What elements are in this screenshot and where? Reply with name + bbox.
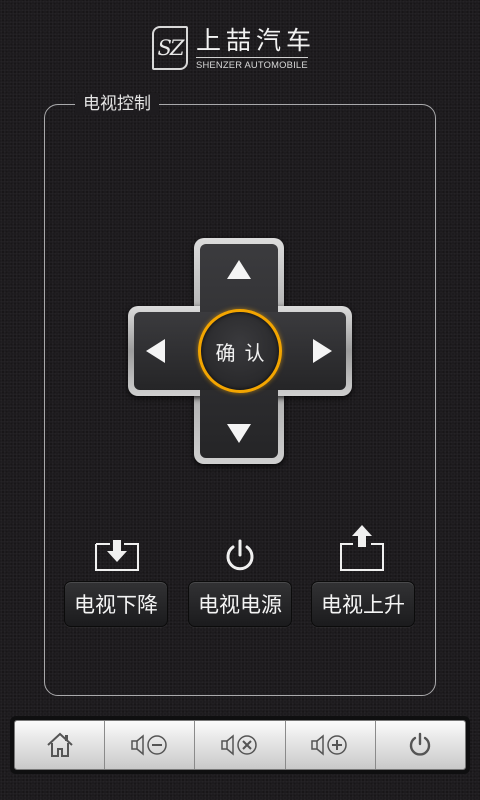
volume-down-icon [221, 734, 257, 756]
tv-lower-icon [95, 540, 139, 571]
tv-raise-icon [340, 525, 384, 571]
tv-lower-button[interactable]: 电视下降 [64, 581, 168, 627]
arrow-up-icon[interactable] [227, 260, 251, 279]
power-icon [226, 539, 254, 571]
volume-up-button[interactable] [285, 721, 376, 769]
power-icon [410, 732, 431, 756]
volume-down-button[interactable] [195, 721, 286, 769]
direction-pad: 确认 [128, 238, 352, 464]
bottom-toolbar [10, 716, 470, 774]
home-icon [46, 732, 73, 757]
arrow-down-icon[interactable] [227, 424, 251, 443]
home-button[interactable] [15, 721, 106, 769]
bottom-toolbar-buttons [14, 720, 466, 770]
arrow-left-icon[interactable] [146, 339, 165, 363]
volume-up-icon [311, 734, 347, 756]
logo-badge: SZ [152, 26, 188, 70]
logo-english-name: SHENZER AUTOMOBILE [196, 57, 308, 70]
tv-power-button[interactable]: 电视电源 [188, 581, 292, 627]
volume-mute-button[interactable] [105, 721, 196, 769]
tv-raise-button[interactable]: 电视上升 [311, 581, 415, 627]
panel-title: 电视控制 [75, 93, 159, 115]
logo-chinese-name: 上喆汽车 [196, 26, 317, 55]
power-button[interactable] [375, 721, 465, 769]
ok-button[interactable]: 确认 [198, 309, 282, 393]
arrow-right-icon[interactable] [313, 339, 332, 363]
brand-logo: SZ 上喆汽车 SHENZER AUTOMOBILE [152, 26, 332, 72]
volume-mute-icon [131, 734, 167, 756]
